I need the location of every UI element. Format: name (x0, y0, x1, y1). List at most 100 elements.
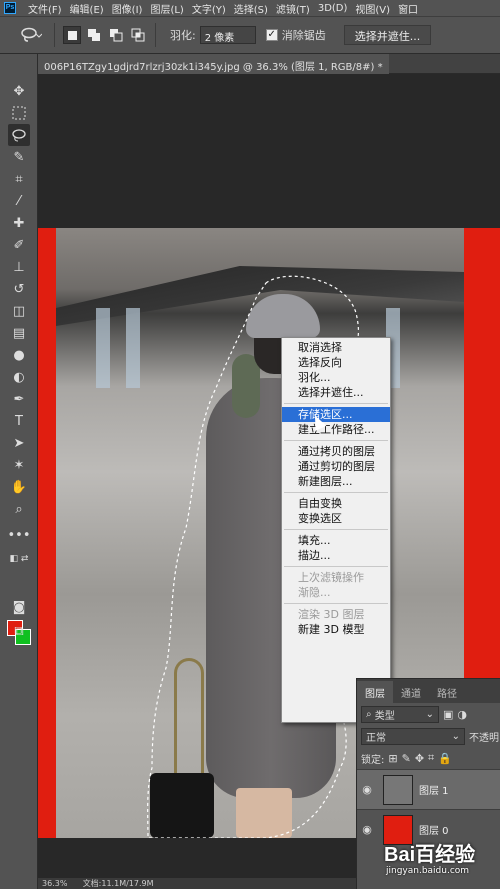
default-colors-icon[interactable]: ◧ ⇄ (8, 548, 30, 570)
add-selection-button[interactable] (85, 26, 103, 44)
opacity-label: 不透明 (469, 732, 499, 744)
lock-artboard-icon[interactable]: ⌗ (428, 751, 434, 765)
ctx-layer-via-cut[interactable]: 通过剪切的图层 (282, 459, 390, 474)
menu-view[interactable]: 视图(V) (355, 1, 390, 16)
photoshop-logo: Ps (4, 2, 16, 14)
antialias-label: 消除锯齿 (281, 29, 326, 42)
layer-name[interactable]: 图层 1 (419, 782, 449, 797)
eyedropper-tool-icon[interactable]: ⁄ (8, 190, 30, 212)
menu-layer[interactable]: 图层(L) (150, 1, 183, 16)
menu-window[interactable]: 窗口 (398, 1, 418, 16)
lasso-tool-icon[interactable] (8, 124, 30, 146)
tab-paths[interactable]: 路径 (429, 681, 465, 703)
context-menu: 取消选择 选择反向 羽化... 选择并遮住... 存储选区... 建立工作路径.… (281, 337, 391, 723)
blur-tool-icon[interactable]: ● (8, 344, 30, 366)
ctx-fill[interactable]: 填充... (282, 533, 390, 548)
move-tool-icon[interactable]: ✥ (8, 80, 30, 102)
lock-row: 锁定: ⊞ ✎ ✥ ⌗ 🔒 (357, 747, 500, 769)
subtract-selection-button[interactable] (107, 26, 125, 44)
history-brush-tool-icon[interactable]: ↺ (8, 278, 30, 300)
chevron-down-icon: ⌄ (425, 708, 434, 720)
gradient-tool-icon[interactable]: ▤ (8, 322, 30, 344)
layer-row-1[interactable]: ◉ 图层 1 (357, 769, 500, 809)
zoom-level[interactable]: 36.3% (42, 879, 67, 888)
divider (54, 23, 55, 47)
dodge-tool-icon[interactable]: ◐ (8, 366, 30, 388)
pen-tool-icon[interactable]: ✒ (8, 388, 30, 410)
lock-all-icon[interactable]: 🔒 (438, 752, 452, 765)
image-filter-icon[interactable]: ▣ (443, 708, 453, 721)
lasso-preset-picker[interactable] (14, 22, 48, 48)
visibility-eye-icon[interactable]: ◉ (357, 823, 377, 836)
ctx-feather[interactable]: 羽化... (282, 370, 390, 385)
menu-file[interactable]: 文件(F) (28, 1, 62, 16)
ctx-new-3d-model[interactable]: 新建 3D 模型 (282, 622, 390, 637)
ctx-select-inverse[interactable]: 选择反向 (282, 355, 390, 370)
ctx-transform-selection[interactable]: 变换选区 (282, 511, 390, 526)
layer-filter-select[interactable]: ⌕ 类型 ⌄ (361, 705, 439, 723)
zoom-tool-icon[interactable]: ⌕ (8, 498, 30, 520)
eraser-tool-icon[interactable]: ◫ (8, 300, 30, 322)
lock-position-icon[interactable]: ✥ (415, 752, 424, 765)
visibility-eye-icon[interactable]: ◉ (357, 783, 377, 796)
blend-mode-value: 正常 (366, 732, 386, 744)
tools-panel: ✥ ✎ ⌗ ⁄ ✚ ✐ ⊥ ↺ ◫ ▤ ● ◐ ✒ T ➤ ✶ ✋ ⌕ ••• … (0, 54, 38, 889)
layers-panel-tabs: 图层 通道 路径 (357, 679, 500, 703)
layer-name[interactable]: 图层 0 (419, 822, 449, 837)
quick-selection-tool-icon[interactable]: ✎ (8, 146, 30, 168)
menu-type[interactable]: 文字(Y) (192, 1, 226, 16)
ctx-free-transform[interactable]: 自由变换 (282, 496, 390, 511)
blend-row: 正常 ⌄ 不透明 (357, 725, 500, 747)
adjustment-filter-icon[interactable]: ◑ (457, 708, 467, 721)
menu-divider (284, 492, 388, 493)
ctx-make-work-path[interactable]: 建立工作路径... (282, 422, 390, 437)
more-tools-icon[interactable]: ••• (8, 524, 31, 546)
menu-image[interactable]: 图像(I) (112, 1, 143, 16)
menu-3d[interactable]: 3D(D) (318, 3, 348, 14)
ctx-render-3d-layer: 渲染 3D 图层 (298, 608, 365, 621)
menu-bar: Ps 文件(F) 编辑(E) 图像(I) 图层(L) 文字(Y) 选择(S) 滤… (0, 0, 500, 16)
layer-thumbnail (383, 774, 413, 805)
screen-mode-icon[interactable]: ⧉ (8, 620, 30, 642)
hand-tool-icon[interactable]: ✋ (8, 476, 30, 498)
clone-stamp-tool-icon[interactable]: ⊥ (8, 256, 30, 278)
ctx-deselect[interactable]: 取消选择 (282, 340, 390, 355)
ctx-select-and-mask[interactable]: 选择并遮住... (282, 385, 390, 400)
lock-paint-icon[interactable]: ✎ (402, 752, 411, 765)
lock-pixels-icon[interactable]: ⊞ (388, 752, 397, 765)
ctx-save-selection[interactable]: 存储选区... (282, 407, 390, 422)
menu-edit[interactable]: 编辑(E) (70, 1, 104, 16)
ctx-stroke[interactable]: 描边... (282, 548, 390, 563)
tab-channels[interactable]: 通道 (393, 681, 429, 703)
layer-filter-value: 类型 (374, 710, 395, 722)
feather-input[interactable]: 2 像素 (199, 26, 256, 44)
ctx-last-filter: 上次滤镜操作 (298, 571, 364, 584)
intersect-selection-button[interactable] (129, 26, 147, 44)
ctx-new-layer[interactable]: 新建图层... (282, 474, 390, 489)
menu-filter[interactable]: 滤镜(T) (276, 1, 310, 16)
custom-shape-tool-icon[interactable]: ✶ (8, 454, 30, 476)
marquee-tool-icon[interactable] (8, 102, 30, 124)
menu-divider (284, 529, 388, 530)
menu-select[interactable]: 选择(S) (234, 1, 268, 16)
menu-divider (284, 440, 388, 441)
select-and-mask-button[interactable]: 选择并遮住... (343, 25, 432, 45)
quick-mask-icon[interactable]: ◙ (8, 596, 30, 618)
antialias-checkbox[interactable]: ✓ (265, 29, 278, 41)
document-tab-bar: 006P16TZgy1gdjrd7rlzrj30zk1i345y.jpg @ 3… (38, 54, 500, 74)
brush-tool-icon[interactable]: ✐ (8, 234, 30, 256)
document-tab[interactable]: 006P16TZgy1gdjrd7rlzrj30zk1i345y.jpg @ 3… (38, 54, 389, 74)
blend-mode-select[interactable]: 正常 ⌄ (361, 727, 465, 745)
ctx-fade: 渐隐... (298, 586, 331, 599)
healing-brush-tool-icon[interactable]: ✚ (8, 212, 30, 234)
status-bar: 36.3% 文档:11.1M/17.9M (38, 878, 356, 889)
ctx-layer-via-copy[interactable]: 通过拷贝的图层 (282, 444, 390, 459)
crop-tool-icon[interactable]: ⌗ (8, 168, 30, 190)
path-selection-tool-icon[interactable]: ➤ (8, 432, 30, 454)
type-tool-icon[interactable]: T (8, 410, 30, 432)
tab-layers[interactable]: 图层 (357, 681, 393, 703)
new-selection-button[interactable] (63, 26, 81, 44)
divider (155, 23, 156, 47)
chevron-down-icon: ⌄ (451, 730, 460, 742)
baidu-watermark-url: jingyan.baidu.com (386, 866, 470, 876)
